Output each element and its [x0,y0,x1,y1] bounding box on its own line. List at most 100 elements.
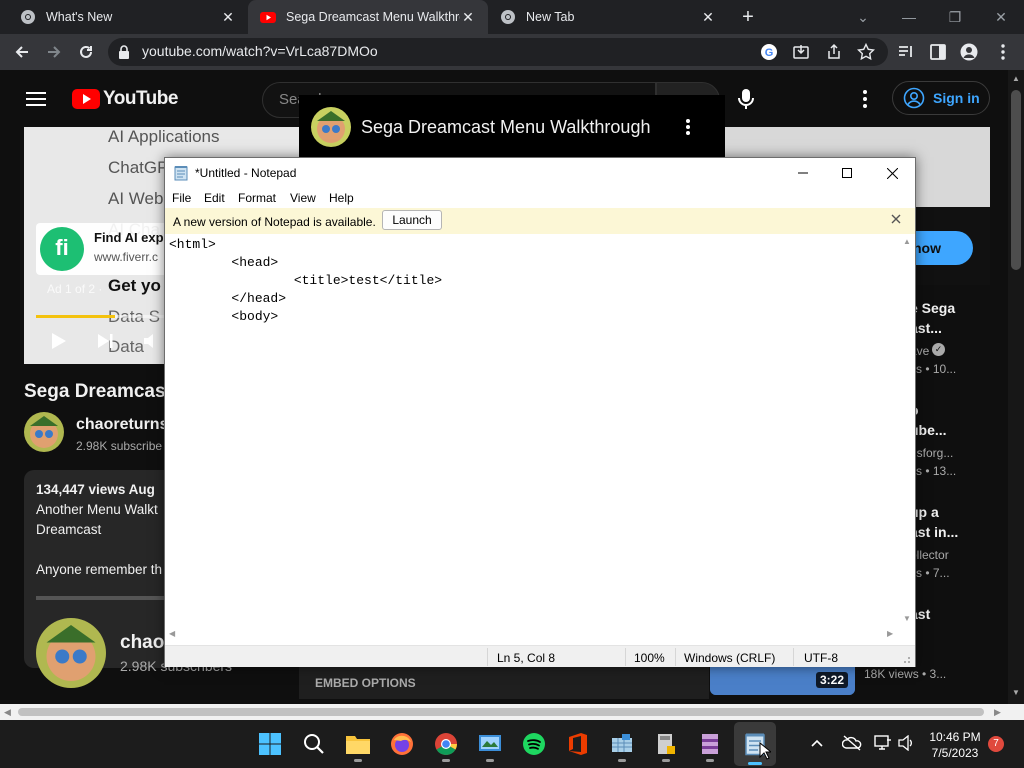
google-icon[interactable]: G [760,43,778,61]
archive-icon [658,734,675,754]
notepad-maximize-button[interactable] [825,158,869,188]
notepad-taskbar-button[interactable] [734,722,776,766]
archive-app-button[interactable] [651,728,681,762]
menu-view[interactable]: View [290,191,316,205]
volume-button[interactable] [142,332,160,350]
tab-new-tab[interactable]: New Tab ✕ [488,0,728,34]
sidebar-title: e Sega [910,300,956,316]
launch-button[interactable]: Launch [382,210,442,230]
menu-format[interactable]: Format [238,191,276,205]
close-icon[interactable]: ✕ [460,9,476,25]
start-button[interactable] [255,728,285,760]
install-icon[interactable] [792,43,810,61]
network-icon[interactable] [874,735,892,751]
reading-list-icon[interactable] [897,43,915,61]
notification-badge[interactable]: 7 [988,736,1004,752]
sidebar-item[interactable]: e Sega ast... ave ✓ vs • 10... [910,294,1010,384]
menu-edit[interactable]: Edit [204,191,225,205]
notepad-horizontal-scrollbar[interactable]: ◀ ▶ [165,627,901,641]
url-text[interactable]: youtube.com/watch?v=VrLca87DMOo [142,43,378,59]
close-window-button[interactable]: ✕ [978,0,1024,34]
restore-button[interactable]: ❐ [932,0,978,34]
tab-label: Sega Dreamcast Menu Walkthrou [286,10,460,24]
notepad-content[interactable]: <html> <head> <title>test</title> </head… [169,236,442,326]
tab-label: New Tab [526,10,575,24]
scroll-left-arrow-icon[interactable]: ◀ [4,707,11,718]
scroll-down-arrow-icon[interactable]: ▼ [903,614,911,623]
dismiss-info-button[interactable] [891,214,901,224]
embed-options-bar[interactable]: EMBED OPTIONS [299,667,709,699]
scroll-up-arrow-icon[interactable]: ▲ [1011,74,1021,84]
hamburger-menu-icon[interactable] [26,91,46,107]
volume-icon[interactable] [898,735,916,751]
youtube-logo[interactable]: YouTube [72,88,178,110]
channel-name[interactable]: chaoreturns [76,416,168,434]
scroll-right-arrow-icon[interactable]: ▶ [887,629,893,638]
sidebar-item[interactable]: o ube... nsforg... vs • 13... [910,396,1010,486]
new-tab-button[interactable]: + [736,6,760,28]
back-button[interactable] [6,34,38,70]
reload-button[interactable] [70,34,102,70]
page-vertical-scrollbar[interactable]: ▲ ▼ [1008,70,1024,704]
zoom-level: 100% [634,651,665,665]
show-hidden-icons-button[interactable] [810,736,824,750]
close-icon[interactable]: ✕ [700,9,716,25]
lock-icon[interactable] [118,45,130,59]
forward-button[interactable] [38,34,70,70]
scrollbar-thumb[interactable] [18,708,984,716]
chrome-taskbar-button[interactable] [431,728,461,762]
notepad-minimize-button[interactable] [781,158,825,188]
menu-file[interactable]: File [172,191,191,205]
minimize-icon [798,172,808,174]
profile-icon[interactable] [960,43,978,61]
clock-time: 10:46 PM [929,730,981,744]
scroll-down-arrow-icon[interactable]: ▼ [1011,688,1021,698]
resize-grip-icon[interactable] [901,654,911,664]
page-horizontal-scrollbar[interactable]: ◀ ▶ [0,704,1024,720]
spotify-button[interactable] [519,728,549,760]
channel-avatar[interactable] [24,412,64,452]
file-explorer-button[interactable] [343,728,373,762]
scrollbar-thumb[interactable] [1011,90,1021,270]
minimize-button[interactable]: — [886,0,932,34]
sidebar-views: vs • 10... [910,362,957,376]
settings-more-icon[interactable] [862,89,868,109]
tab-sega-dreamcast[interactable]: Sega Dreamcast Menu Walkthrou ✕ [248,0,488,34]
tab-whats-new[interactable]: What's New ✕ [8,0,248,34]
notepad-vertical-scrollbar[interactable]: ▲ ▼ [901,234,915,627]
menu-help[interactable]: Help [329,191,354,205]
share-icon[interactable] [825,43,843,61]
chrome-menu-icon[interactable] [994,43,1012,61]
control-panel-button[interactable] [475,728,505,762]
firefox-button[interactable] [387,728,417,760]
next-button[interactable] [96,332,114,350]
sidebar-thumbnail[interactable]: 3:22 [710,667,855,695]
channel-avatar[interactable] [311,107,351,147]
tab-search-button[interactable]: ⌄ [840,0,886,34]
status-divider [675,648,676,666]
onedrive-icon[interactable] [842,735,862,751]
play-button[interactable] [50,331,68,351]
network-app-button[interactable] [607,728,637,762]
clock[interactable]: 10:46 PM 7/5/2023 [928,729,982,761]
side-panel-icon[interactable] [929,43,947,61]
notepad-text-area[interactable]: <html> <head> <title>test</title> </head… [165,234,901,627]
control-panel-icon [479,735,501,751]
sidebar-item[interactable]: up a ast in... ollector vs • 7... [910,498,1010,588]
close-icon[interactable]: ✕ [220,9,236,25]
notepad-title-bar[interactable]: *Untitled - Notepad [165,158,915,188]
channel-card-avatar[interactable] [36,618,106,688]
scroll-right-arrow-icon[interactable]: ▶ [994,707,1001,718]
more-options-icon[interactable] [685,118,691,136]
microphone-icon[interactable] [736,88,756,110]
sign-in-button[interactable]: Sign in [892,81,990,115]
bookmark-star-icon[interactable] [857,43,875,61]
overlay-video-title[interactable]: Sega Dreamcast Menu Walkthrough [361,117,650,138]
office-button[interactable] [563,728,593,760]
search-taskbar-button[interactable] [299,728,329,760]
chrome-icon [21,10,35,24]
scroll-up-arrow-icon[interactable]: ▲ [903,237,911,246]
notepad-close-button[interactable] [869,158,915,188]
scroll-left-arrow-icon[interactable]: ◀ [169,629,175,638]
winrar-button[interactable] [695,728,725,762]
